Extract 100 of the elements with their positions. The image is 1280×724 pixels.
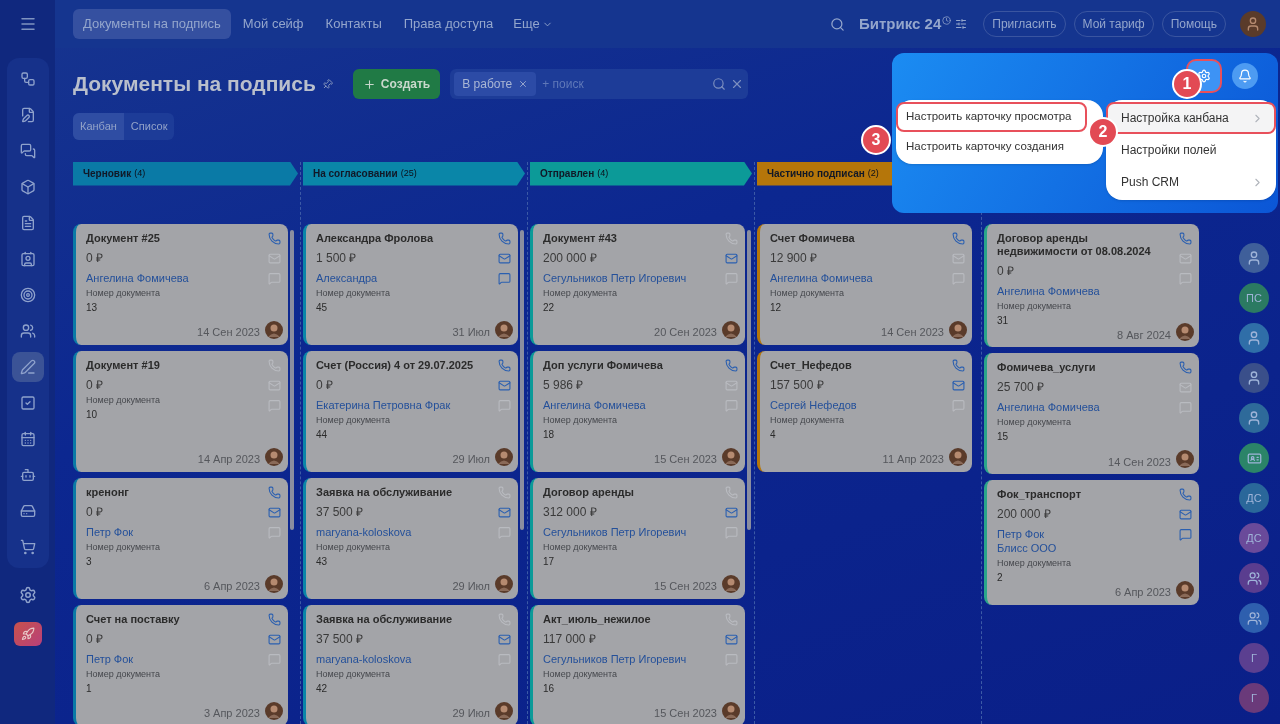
close-icon[interactable] [518, 79, 529, 89]
group-avatar[interactable] [1239, 563, 1269, 593]
user-avatar[interactable] [1240, 11, 1266, 37]
column-header[interactable]: Отправлен (4) [530, 161, 752, 186]
more-menu[interactable]: Еще [505, 14, 561, 34]
chat-icon[interactable] [724, 271, 738, 285]
notification-button[interactable] [1232, 63, 1258, 89]
document-card[interactable]: Счет (Россия) 4 от 29.07.2025 0 ₽ Екатерина Петровна Фрак Номер документа 44 29 Июл [303, 350, 518, 472]
menu-icon[interactable] [18, 15, 37, 33]
card-title[interactable]: кренонг [86, 485, 260, 499]
contact-link[interactable]: Ангелина Фомичева [543, 397, 717, 412]
scrollbar[interactable] [747, 229, 751, 530]
menu-item[interactable]: Push CRM [1106, 166, 1276, 198]
mail-icon[interactable] [497, 251, 511, 265]
chat-icon[interactable] [724, 652, 738, 666]
chat-icon[interactable] [497, 525, 511, 539]
document-card[interactable]: Фомичева_услуги 25 700 ₽ Ангелина Фомичева Номер документа 15 14 Сен 2023 [984, 353, 1199, 474]
document-card[interactable]: Акт_июль_нежилое 117 000 ₽ Сегульников Петр Игоревич Номер документа 16 15 Сен 2023 [530, 604, 745, 724]
nav-tab[interactable]: Права доступа [393, 9, 504, 39]
phone-icon[interactable] [497, 485, 511, 499]
nav-tab[interactable]: Мой сейф [232, 9, 314, 39]
filter-field[interactable]: В работе + поиск [450, 69, 749, 99]
chat-icon[interactable] [267, 271, 281, 285]
card-title[interactable]: Акт_июль_нежилое [543, 612, 717, 626]
mail-icon[interactable] [267, 505, 281, 519]
phone-icon[interactable] [724, 358, 738, 372]
document-card[interactable]: Фок_транспорт 200 000 ₽ Петр Фок Блисс ООО Номер документа 2 6 Апр 2023 [984, 480, 1199, 605]
mail-icon[interactable] [724, 505, 738, 519]
contact-link[interactable]: Петр Фок [86, 524, 260, 539]
filter-chip[interactable]: В работе [454, 72, 537, 96]
card-title[interactable]: Договор аренды [543, 485, 717, 499]
search-input[interactable]: + поиск [542, 75, 713, 93]
view-tab[interactable]: Канбан [73, 113, 124, 140]
phone-icon[interactable] [1178, 361, 1192, 374]
card-title[interactable]: Договор аренды недвижимости от 08.08.2024 [997, 231, 1171, 258]
phone-icon[interactable] [1178, 488, 1192, 501]
mail-icon[interactable] [497, 378, 511, 392]
card-title[interactable]: Документ #43 [543, 231, 717, 245]
column-header[interactable]: Черновик (4) [73, 161, 298, 186]
contact-link[interactable]: Александра [316, 270, 490, 285]
chat-icon[interactable] [1178, 528, 1192, 541]
document-card[interactable]: Заявка на обслуживание 37 500 ₽ maryana-koloskova Номер документа 43 29 Июл [303, 477, 518, 599]
chat-icon[interactable] [724, 398, 738, 412]
chat-icon[interactable] [497, 652, 511, 666]
phone-icon[interactable] [497, 612, 511, 626]
card-title[interactable]: Счет Фомичева [770, 231, 944, 245]
card-avatar[interactable] [1239, 443, 1269, 473]
mail-icon[interactable] [1178, 508, 1192, 521]
chat-icon[interactable] [267, 525, 281, 539]
group-avatar[interactable] [1239, 603, 1269, 633]
scrollbar[interactable] [290, 229, 294, 530]
card-title[interactable]: Счет (Россия) 4 от 29.07.2025 [316, 358, 490, 372]
user-avatar[interactable] [1239, 363, 1269, 393]
nav-tab[interactable]: Контакты [315, 9, 392, 39]
contact-link[interactable]: Петр Фок [86, 651, 260, 666]
contact-link[interactable]: maryana-koloskova [316, 651, 490, 666]
chat-icon[interactable] [724, 525, 738, 539]
phone-icon[interactable] [724, 231, 738, 245]
document-card[interactable]: Документ #25 0 ₽ Ангелина Фомичева Номер документа 13 14 Сен 2023 [73, 223, 288, 345]
chat-icon[interactable] [497, 398, 511, 412]
chat-icon[interactable] [1178, 271, 1192, 285]
nav-tab[interactable]: Документы на подпись [73, 9, 231, 39]
contact-link[interactable]: Сегульников Петр Игоревич [543, 270, 717, 285]
card-title[interactable]: Документ #25 [86, 231, 260, 245]
contact-link[interactable]: Сегульников Петр Игоревич [543, 524, 717, 539]
menu-item[interactable]: Настройка канбана [1106, 102, 1276, 134]
search-icon[interactable] [830, 16, 845, 32]
card-title[interactable]: Доп услуги Фомичева [543, 358, 717, 372]
mail-icon[interactable] [724, 251, 738, 265]
sliders-icon[interactable] [955, 18, 968, 30]
card-title[interactable]: Заявка на обслуживание [316, 612, 490, 626]
phone-icon[interactable] [724, 485, 738, 499]
rocket-button[interactable] [13, 622, 42, 646]
contact-link[interactable]: Ангелина Фомичева [770, 270, 944, 285]
document-card[interactable]: Счет на поставку 0 ₽ Петр Фок Номер документа 1 3 Апр 2023 [73, 604, 288, 724]
phone-icon[interactable] [724, 612, 738, 626]
document-card[interactable]: Доп услуги Фомичева 5 986 ₽ Ангелина Фомичева Номер документа 18 15 Сен 2023 [530, 350, 745, 472]
card-title[interactable]: Александра Фролова [316, 231, 490, 245]
card-title[interactable]: Счет на поставку [86, 612, 260, 626]
contact-link[interactable]: Екатерина Петровна Фрак [316, 397, 490, 412]
contact-link[interactable]: Ангелина Фомичева [86, 270, 260, 285]
chat-icon[interactable] [497, 271, 511, 285]
card-title[interactable]: Фок_транспорт [997, 488, 1171, 501]
contact-link[interactable]: Петр Фок [997, 527, 1171, 541]
contact-link[interactable]: Ангелина Фомичева [997, 283, 1171, 298]
card-title[interactable]: Документ #19 [86, 358, 260, 372]
view-tab[interactable]: Список [123, 113, 175, 140]
initials-avatar[interactable]: Г [1239, 683, 1269, 713]
contact-link[interactable]: Блисс ООО [997, 541, 1171, 555]
brand-logo[interactable]: Битрикс 24 [859, 12, 942, 36]
mail-icon[interactable] [267, 632, 281, 646]
mail-icon[interactable] [724, 632, 738, 646]
document-card[interactable]: Счет_Нефедов 157 500 ₽ Сергей Нефедов Номер документа 4 11 Апр 2023 [757, 350, 972, 472]
phone-icon[interactable] [267, 358, 281, 372]
column-header[interactable]: На согласовании (25) [303, 161, 525, 186]
document-card[interactable]: Александра Фролова 1 500 ₽ Александра Номер документа 45 31 Июл [303, 223, 518, 345]
user-avatar[interactable] [1239, 243, 1269, 273]
search-icon[interactable] [712, 77, 727, 91]
contact-link[interactable]: Сегульников Петр Игоревич [543, 651, 717, 666]
menu-item[interactable]: Настроить карточку создания [896, 132, 1087, 162]
